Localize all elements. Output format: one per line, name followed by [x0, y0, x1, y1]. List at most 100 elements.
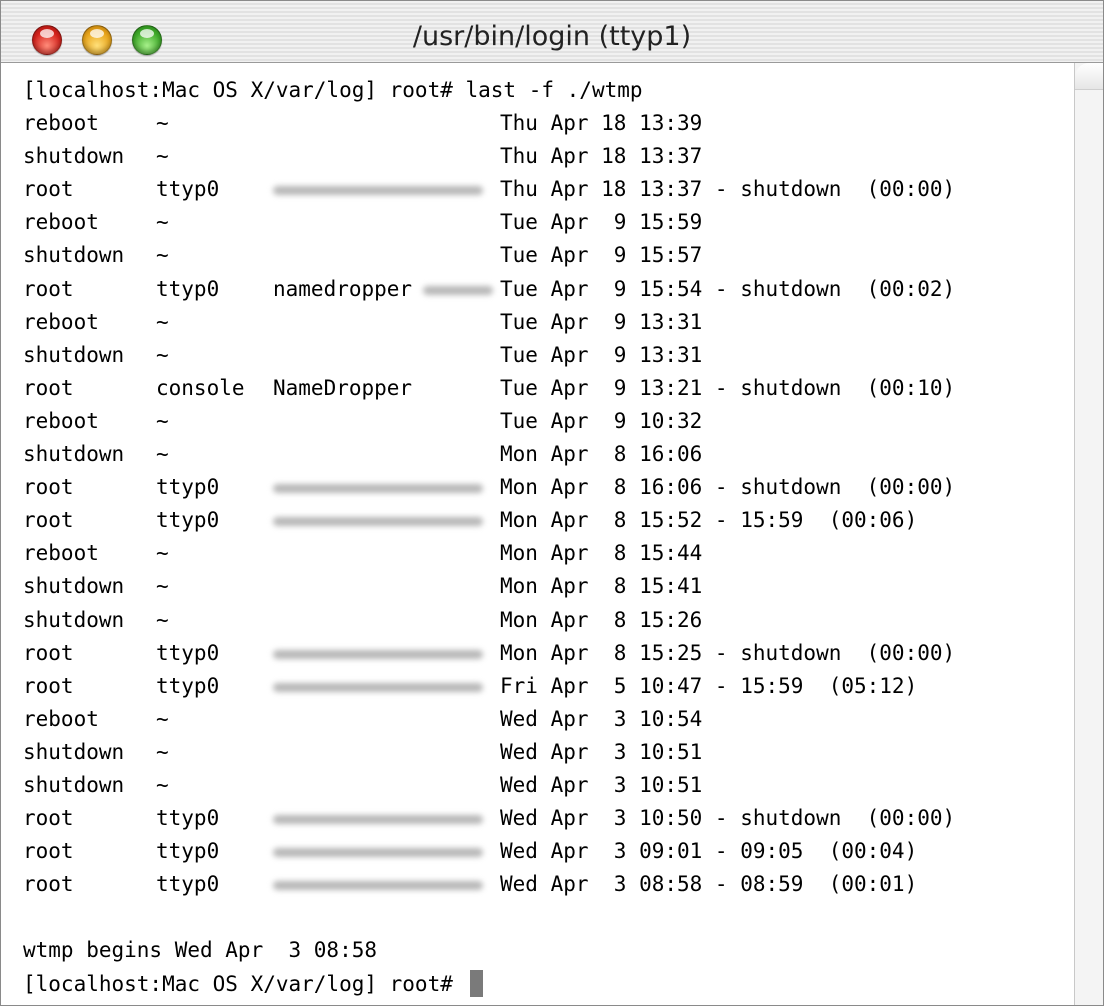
scroll-up-arrow-icon[interactable]	[1075, 63, 1103, 90]
row-tty: ttyp0	[156, 806, 220, 831]
row-user: root	[23, 839, 74, 864]
table-row: shutdown ~ Mon Apr 8 15:26	[23, 604, 1073, 637]
row-tty: ttyp0	[156, 508, 220, 533]
row-user: root	[23, 177, 74, 202]
row-user: shutdown	[23, 342, 125, 367]
redacted-host-blur	[273, 682, 483, 692]
row-date: Tue Apr 9 15:57	[500, 243, 703, 268]
table-row: root ttyp0 namedropper Tue Apr 9 15:54 - sh…	[23, 273, 1073, 306]
row-tty: ~	[156, 144, 169, 169]
prompt: [localhost:Mac OS X/var/log] root#	[23, 971, 466, 996]
prompt-line[interactable]: [localhost:Mac OS X/var/log] root#	[23, 968, 1073, 1001]
table-row: shutdown ~ Mon Apr 8 15:41	[23, 570, 1073, 603]
redacted-host-blur	[273, 848, 483, 858]
table-row: root ttyp0 Wed Apr 3 08:58 - 08:59 (00:01)	[23, 868, 1073, 901]
row-tty: ~	[156, 243, 169, 268]
table-row: reboot ~ Thu Apr 18 13:39	[23, 107, 1073, 140]
row-date: Thu Apr 18 13:37	[500, 144, 703, 169]
row-tty: ~	[156, 342, 169, 367]
row-tty: ttyp0	[156, 673, 220, 698]
row-date: Wed Apr 3 08:58 - 08:59 (00:01)	[500, 872, 918, 897]
row-date: Wed Apr 3 10:51	[500, 772, 703, 797]
table-row: reboot ~ Tue Apr 9 15:59	[23, 206, 1073, 239]
table-row: root console NameDropper Tue Apr 9 13:21 - …	[23, 372, 1073, 405]
row-tty: ~	[156, 706, 169, 731]
redacted-host-blur	[273, 186, 483, 196]
row-date: Mon Apr 8 15:26	[500, 607, 703, 632]
row-tty: ~	[156, 111, 169, 136]
table-row: reboot ~ Mon Apr 8 15:44	[23, 537, 1073, 570]
row-user: shutdown	[23, 243, 125, 268]
row-tty: ttyp0	[156, 839, 220, 864]
redacted-host-blur	[273, 649, 483, 659]
row-date: Mon Apr 8 15:41	[500, 574, 703, 599]
table-row: root ttyp0 Wed Apr 3 10:50 - shutdown (00:…	[23, 802, 1073, 835]
row-user: reboot	[23, 111, 99, 136]
row-tty: ~	[156, 210, 169, 235]
terminal-output[interactable]: [localhost:Mac OS X/var/log] root# last …	[23, 74, 1073, 1005]
row-user: reboot	[23, 541, 99, 566]
row-date: Wed Apr 3 10:54	[500, 706, 703, 731]
window-title: /usr/bin/login (ttyp1)	[412, 21, 692, 52]
row-tty: ~	[156, 574, 169, 599]
row-user: root	[23, 375, 74, 400]
redacted-host-blur	[273, 517, 483, 527]
row-tty: ~	[156, 607, 169, 632]
row-user: shutdown	[23, 144, 125, 169]
table-row: reboot ~ Tue Apr 9 10:32	[23, 405, 1073, 438]
table-row: root ttyp0 Mon Apr 8 16:06 - shutdown (00:…	[23, 471, 1073, 504]
table-row: shutdown ~ Tue Apr 9 15:57	[23, 239, 1073, 272]
row-tty: ttyp0	[156, 475, 220, 500]
row-date: Mon Apr 8 15:52 - 15:59 (00:06)	[500, 508, 918, 533]
table-row: root ttyp0 Mon Apr 8 15:25 - shutdown (00:…	[23, 637, 1073, 670]
wtmp-footer: wtmp begins Wed Apr 3 08:58	[23, 938, 378, 963]
table-row: reboot ~ Tue Apr 9 13:31	[23, 306, 1073, 339]
table-row: shutdown ~ Wed Apr 3 10:51	[23, 769, 1073, 802]
redacted-host-blur	[423, 285, 493, 295]
row-date: Tue Apr 9 13:31	[500, 309, 703, 334]
redacted-host-blur	[273, 815, 483, 825]
row-host: namedropper	[273, 276, 413, 301]
row-user: root	[23, 872, 74, 897]
table-row: shutdown ~ Mon Apr 8 16:06	[23, 438, 1073, 471]
row-date: Mon Apr 8 16:06 - shutdown (00:00)	[500, 475, 956, 500]
row-tty: ~	[156, 442, 169, 467]
row-date: Mon Apr 8 16:06	[500, 442, 703, 467]
row-date: Wed Apr 3 10:50 - shutdown (00:00)	[500, 806, 956, 831]
row-tty: ttyp0	[156, 872, 220, 897]
vertical-scrollbar[interactable]	[1074, 63, 1103, 1005]
row-tty: ~	[156, 739, 169, 764]
row-host: NameDropper	[273, 375, 413, 400]
row-date: Thu Apr 18 13:37 - shutdown (00:00)	[500, 177, 956, 202]
table-row: root ttyp0 Mon Apr 8 15:52 - 15:59 (00:06)	[23, 504, 1073, 537]
row-tty: console	[156, 375, 245, 400]
table-row: root ttyp0 Thu Apr 18 13:37 - shutdown (00…	[23, 173, 1073, 206]
row-tty: ~	[156, 309, 169, 334]
table-row: root ttyp0 Wed Apr 3 09:01 - 09:05 (00:04)	[23, 835, 1073, 868]
command-line: [localhost:Mac OS X/var/log] root# last …	[23, 78, 643, 102]
row-tty: ~	[156, 772, 169, 797]
row-date: Tue Apr 9 15:59	[500, 210, 703, 235]
row-user: shutdown	[23, 772, 125, 797]
redacted-host-blur	[273, 881, 483, 891]
last-output-table: reboot ~ Thu Apr 18 13:39 shutdown ~ Thu Apr …	[23, 107, 1073, 901]
row-date: Tue Apr 9 15:54 - shutdown (00:02)	[500, 276, 956, 301]
row-tty: ~	[156, 541, 169, 566]
row-tty: ~	[156, 408, 169, 433]
row-user: reboot	[23, 706, 99, 731]
row-date: Tue Apr 9 13:31	[500, 342, 703, 367]
terminal-window: /usr/bin/login (ttyp1) [localhost:Mac OS…	[0, 0, 1104, 1006]
row-date: Thu Apr 18 13:39	[500, 111, 703, 136]
row-date: Tue Apr 9 13:21 - shutdown (00:10)	[500, 375, 956, 400]
row-date: Mon Apr 8 15:25 - shutdown (00:00)	[500, 640, 956, 665]
row-date: Fri Apr 5 10:47 - 15:59 (05:12)	[500, 673, 918, 698]
row-date: Wed Apr 3 09:01 - 09:05 (00:04)	[500, 839, 918, 864]
row-user: root	[23, 806, 74, 831]
row-date: Mon Apr 8 15:44	[500, 541, 703, 566]
row-tty: ttyp0	[156, 640, 220, 665]
row-user: reboot	[23, 309, 99, 334]
text-cursor	[469, 969, 483, 997]
title-bar[interactable]: /usr/bin/login (ttyp1)	[1, 1, 1103, 63]
row-user: reboot	[23, 408, 99, 433]
